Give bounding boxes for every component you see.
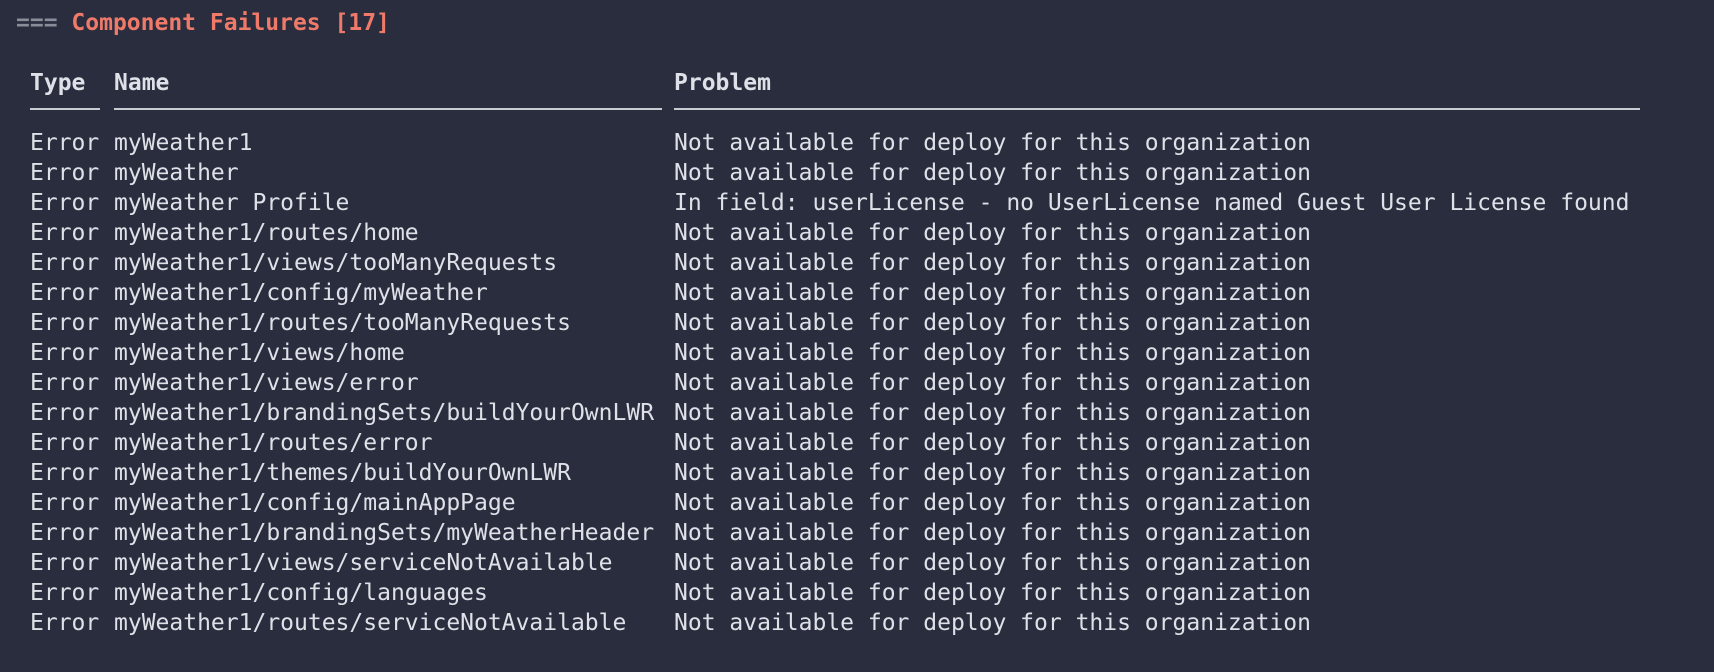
cell-name: myWeather1/brandingSets/myWeatherHeader — [114, 520, 655, 546]
cell-name: myWeather1/config/mainAppPage — [114, 490, 516, 516]
cell-type: Error — [30, 610, 100, 636]
cell-type: Error — [30, 310, 100, 336]
cell-name: myWeather1/config/languages — [114, 580, 488, 606]
table-row: Error myWeather1/themes/buildYourOwnLWR No… — [30, 458, 1680, 488]
table-row: Error myWeather Not available for deploy f… — [30, 158, 1680, 188]
cell-type: Error — [30, 550, 100, 576]
cell-problem: In field: userLicense - no UserLicense n… — [674, 190, 1630, 216]
cell-name: myWeather1/views/serviceNotAvailable — [114, 550, 613, 576]
cell-type: Error — [30, 220, 100, 246]
problem-column-rule — [674, 108, 1640, 110]
cell-type: Error — [30, 250, 100, 276]
cell-type: Error — [30, 370, 100, 396]
cell-type: Error — [30, 520, 100, 546]
table-header-row: Type Name Problem — [30, 66, 1680, 100]
table-row: Error myWeather1/config/languages Not avai… — [30, 578, 1680, 608]
cell-problem: Not available for deploy for this organi… — [674, 250, 1311, 276]
failures-table: Type Name Problem Error myWeather1 Not ava… — [30, 66, 1680, 638]
cell-name: myWeather1/routes/home — [114, 220, 419, 246]
name-column-rule — [114, 108, 662, 110]
cell-problem: Not available for deploy for this organi… — [674, 370, 1311, 396]
cell-problem: Not available for deploy for this organi… — [674, 340, 1311, 366]
table-body: Error myWeather1 Not available for deploy … — [30, 128, 1680, 638]
cell-problem: Not available for deploy for this organi… — [674, 220, 1311, 246]
cell-name: myWeather1/brandingSets/buildYourOwnLWR — [114, 400, 655, 426]
table-row: Error myWeather1/config/myWeather Not avai… — [30, 278, 1680, 308]
table-row: Error myWeather1/routes/error Not availabl… — [30, 428, 1680, 458]
table-row: Error myWeather Profile In field: userLice… — [30, 188, 1680, 218]
cell-type: Error — [30, 190, 100, 216]
header-prefix: === — [16, 10, 58, 36]
table-row: Error myWeather1/routes/home Not available… — [30, 218, 1680, 248]
cell-name: myWeather1/routes/serviceNotAvailable — [114, 610, 627, 636]
cell-problem: Not available for deploy for this organi… — [674, 490, 1311, 516]
cell-type: Error — [30, 280, 100, 306]
table-row: Error myWeather1/brandingSets/myWeatherHe… — [30, 518, 1680, 548]
cell-type: Error — [30, 580, 100, 606]
cell-name: myWeather1/config/myWeather — [114, 280, 488, 306]
cell-name: myWeather1/views/tooManyRequests — [114, 250, 558, 276]
table-row: Error myWeather1/views/home Not available … — [30, 338, 1680, 368]
cell-problem: Not available for deploy for this organi… — [674, 160, 1311, 186]
cell-name: myWeather Profile — [114, 190, 350, 216]
cell-name: myWeather — [114, 160, 239, 186]
type-column-rule — [30, 108, 100, 110]
cell-problem: Not available for deploy for this organi… — [674, 430, 1311, 456]
cell-problem: Not available for deploy for this organi… — [674, 610, 1311, 636]
cell-name: myWeather1 — [114, 130, 253, 156]
table-row: Error myWeather1/views/error Not available… — [30, 368, 1680, 398]
cell-problem: Not available for deploy for this organi… — [674, 310, 1311, 336]
table-row: Error myWeather1/routes/tooManyRequests No… — [30, 308, 1680, 338]
cell-problem: Not available for deploy for this organi… — [674, 460, 1311, 486]
cell-name: myWeather1/routes/error — [114, 430, 433, 456]
cell-type: Error — [30, 460, 100, 486]
cell-name: myWeather1/themes/buildYourOwnLWR — [114, 460, 571, 486]
cell-problem: Not available for deploy for this organi… — [674, 520, 1311, 546]
cell-type: Error — [30, 490, 100, 516]
section-title: Component Failures [17] — [71, 10, 390, 36]
cell-type: Error — [30, 430, 100, 456]
column-header-type: Type — [30, 70, 86, 96]
cell-name: myWeather1/views/home — [114, 340, 405, 366]
table-row: Error myWeather1 Not available for deploy … — [30, 128, 1680, 158]
header-underline-row — [30, 100, 1680, 120]
cell-type: Error — [30, 130, 100, 156]
column-header-name: Name — [114, 70, 170, 96]
cell-type: Error — [30, 340, 100, 366]
table-row: Error myWeather1/routes/serviceNotAvailab… — [30, 608, 1680, 638]
section-header: === Component Failures [17] — [16, 6, 390, 40]
table-row: Error myWeather1/views/serviceNotAvailabl… — [30, 548, 1680, 578]
cell-type: Error — [30, 160, 100, 186]
cell-name: myWeather1/views/error — [114, 370, 419, 396]
cell-problem: Not available for deploy for this organi… — [674, 550, 1311, 576]
table-row: Error myWeather1/views/tooManyRequests Not… — [30, 248, 1680, 278]
table-row: Error myWeather1/config/mainAppPage Not av… — [30, 488, 1680, 518]
cell-problem: Not available for deploy for this organi… — [674, 400, 1311, 426]
column-header-problem: Problem — [674, 70, 771, 96]
table-row: Error myWeather1/brandingSets/buildYourOw… — [30, 398, 1680, 428]
cell-problem: Not available for deploy for this organi… — [674, 280, 1311, 306]
cell-name: myWeather1/routes/tooManyRequests — [114, 310, 571, 336]
cell-problem: Not available for deploy for this organi… — [674, 130, 1311, 156]
cell-type: Error — [30, 400, 100, 426]
cell-problem: Not available for deploy for this organi… — [674, 580, 1311, 606]
